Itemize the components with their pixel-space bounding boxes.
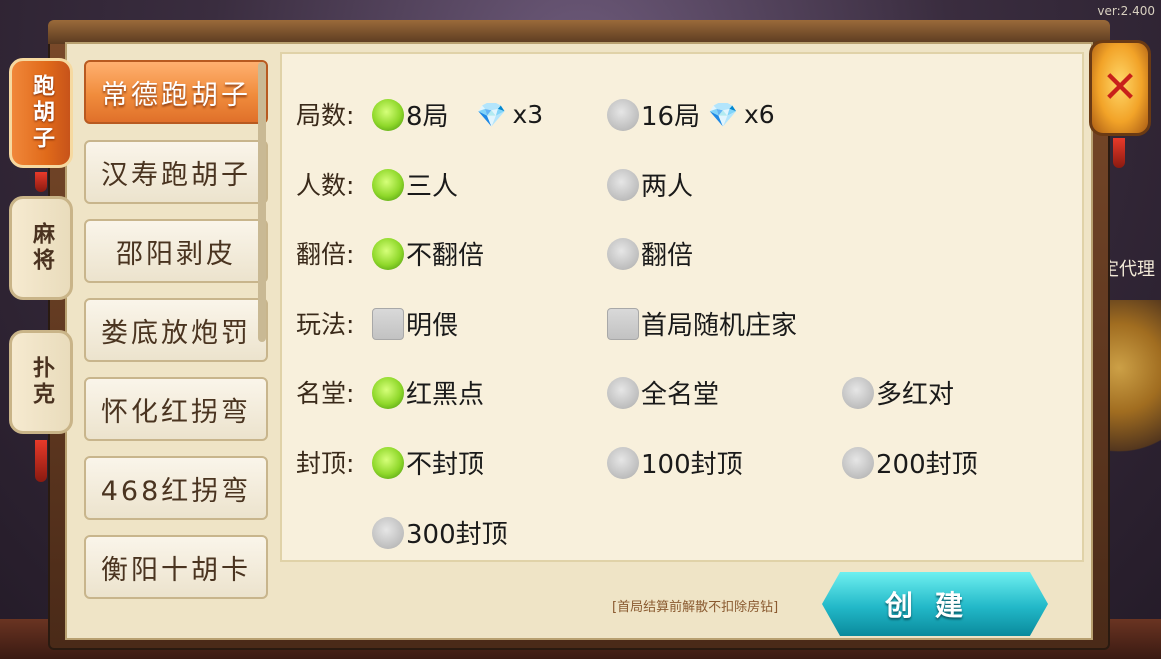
radio-unselected[interactable]	[372, 516, 404, 549]
close-icon: ✕	[1101, 62, 1139, 113]
radio-selected[interactable]	[372, 98, 404, 131]
game-label: 汉寿跑胡子	[101, 159, 251, 191]
option-players-two[interactable]: 两人	[607, 166, 693, 203]
category-tab-poker[interactable]: 扑克	[9, 330, 73, 434]
option-label: 不翻倍	[406, 241, 485, 271]
option-rounds-16[interactable]: 16局 💎 x6	[607, 96, 775, 133]
option-no-double[interactable]: 不翻倍	[372, 235, 484, 272]
option-label: 明偎	[406, 311, 459, 341]
option-cap-300[interactable]: 300封顶	[372, 514, 508, 551]
game-item-hengyang[interactable]: 衡阳十胡卡	[84, 535, 268, 599]
diamond-icon: 💎	[708, 100, 738, 129]
radio-selected[interactable]	[372, 237, 404, 270]
tab-tassel	[35, 172, 47, 192]
checkbox[interactable]	[372, 307, 404, 340]
option-label: 翻倍	[641, 241, 694, 271]
game-item-changde[interactable]: 常德跑胡子	[84, 60, 268, 124]
cap-label: 封顶:	[296, 449, 355, 478]
game-item-huaihua[interactable]: 怀化红拐弯	[84, 377, 268, 441]
option-quanmingtang[interactable]: 全名堂	[607, 374, 719, 411]
game-label: 衡阳十胡卡	[101, 554, 251, 586]
option-label: 首局随机庄家	[641, 311, 798, 341]
option-label: 两人	[641, 172, 694, 202]
option-label: 全名堂	[641, 380, 720, 410]
game-label: 468红拐弯	[100, 475, 252, 507]
option-mingwei[interactable]: 明偎	[372, 305, 458, 342]
game-label: 常德跑胡子	[101, 79, 251, 111]
game-item-shaoyang[interactable]: 邵阳剥皮	[84, 219, 268, 283]
option-label: 200封顶	[876, 450, 978, 480]
close-button[interactable]: ✕	[1089, 40, 1151, 136]
option-label: 红黑点	[406, 380, 485, 410]
game-label: 邵阳剥皮	[116, 238, 236, 270]
game-item-468[interactable]: 468红拐弯	[84, 456, 268, 520]
radio-selected[interactable]	[372, 446, 404, 479]
option-label: 100封顶	[641, 450, 743, 480]
radio-unselected[interactable]	[607, 237, 639, 270]
option-no-cap[interactable]: 不封顶	[372, 444, 484, 481]
radio-unselected[interactable]	[607, 168, 639, 201]
dialog-top-bar	[48, 20, 1110, 44]
game-label: 怀化红拐弯	[101, 396, 251, 428]
game-list-scrollbar[interactable]	[258, 62, 266, 342]
radio-unselected[interactable]	[842, 446, 874, 479]
option-double[interactable]: 翻倍	[607, 235, 693, 272]
category-label: 跑胡子	[29, 74, 54, 152]
category-label: 麻将	[29, 222, 54, 274]
option-label: 16局	[641, 102, 701, 132]
option-label: 8局	[406, 102, 449, 132]
option-duohongdui[interactable]: 多红对	[842, 374, 954, 411]
radio-unselected[interactable]	[607, 98, 639, 131]
radio-selected[interactable]	[372, 168, 404, 201]
option-label: 多红对	[876, 380, 955, 410]
option-label: 不封顶	[406, 450, 485, 480]
cost-label: x3	[512, 100, 544, 129]
game-item-loudi[interactable]: 娄底放炮罚	[84, 298, 268, 362]
category-tab-majiang[interactable]: 麻将	[9, 196, 73, 300]
rounds-label: 局数:	[296, 101, 355, 130]
game-label: 娄底放炮罚	[101, 317, 251, 349]
players-label: 人数:	[296, 171, 355, 200]
lantern-tassel	[1113, 138, 1125, 168]
radio-unselected[interactable]	[607, 446, 639, 479]
create-button[interactable]: 创建	[822, 572, 1048, 636]
option-cap-100[interactable]: 100封顶	[607, 444, 743, 481]
radio-selected[interactable]	[372, 376, 404, 409]
dissolve-note: [首局结算前解散不扣除房钻]	[612, 600, 779, 615]
category-tab-paohuzi[interactable]: 跑胡子	[9, 58, 73, 168]
option-hongheidian[interactable]: 红黑点	[372, 374, 484, 411]
option-rounds-8[interactable]: 8局 💎 x3	[372, 96, 543, 133]
radio-unselected[interactable]	[607, 376, 639, 409]
option-random-banker[interactable]: 首局随机庄家	[607, 305, 797, 342]
radio-unselected[interactable]	[842, 376, 874, 409]
checkbox[interactable]	[607, 307, 639, 340]
tab-tassel	[35, 440, 47, 482]
play-label: 玩法:	[296, 310, 355, 339]
double-label: 翻倍:	[296, 240, 355, 269]
cost-label: x6	[743, 100, 775, 129]
option-cap-200[interactable]: 200封顶	[842, 444, 978, 481]
category-label: 扑克	[29, 356, 54, 408]
version-label: ver:2.400	[1097, 4, 1155, 18]
option-label: 三人	[406, 172, 459, 202]
create-label: 创建	[884, 589, 985, 622]
option-label: 300封顶	[406, 520, 508, 550]
game-item-hanshou[interactable]: 汉寿跑胡子	[84, 140, 268, 204]
option-players-three[interactable]: 三人	[372, 166, 458, 203]
famous-label: 名堂:	[296, 379, 355, 408]
diamond-icon: 💎	[476, 100, 507, 129]
